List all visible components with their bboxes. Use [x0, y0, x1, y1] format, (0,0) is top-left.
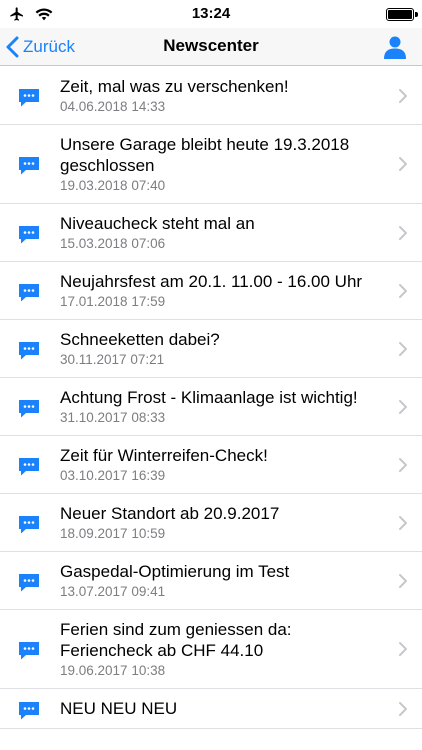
battery-icon: [386, 8, 418, 21]
chevron-right-icon: [399, 225, 407, 240]
news-date: 03.10.2017 16:39: [60, 468, 166, 483]
news-list-item[interactable]: Niveaucheck steht mal an 15.03.2018 07:0…: [0, 204, 422, 262]
news-list-item[interactable]: Zeit für Winterreifen-Check! 03.10.2017 …: [0, 436, 422, 494]
news-list-item[interactable]: NEU NEU NEU: [0, 689, 422, 729]
news-date: 18.09.2017 10:59: [60, 526, 166, 541]
message-bubble-icon: [19, 157, 39, 175]
news-title: Niveaucheck steht mal an: [60, 214, 255, 233]
news-list: Zeit, mal was zu verschenken! 04.06.2018…: [0, 67, 422, 729]
news-date: 17.01.2018 17:59: [60, 294, 166, 309]
chevron-right-icon: [399, 88, 407, 103]
message-bubble-icon: [19, 341, 39, 359]
news-date: 31.10.2017 08:33: [60, 410, 166, 425]
news-title: Zeit für Winterreifen-Check!: [60, 446, 268, 465]
message-bubble-icon: [19, 573, 39, 591]
news-title: Gaspedal-Optimierung im Test: [60, 562, 290, 581]
news-list-item[interactable]: Unsere Garage bleibt heute 19.3.2018 ges…: [0, 125, 422, 204]
news-list-item[interactable]: Zeit, mal was zu verschenken! 04.06.2018…: [0, 67, 422, 125]
chevron-right-icon: [399, 457, 407, 472]
news-date: 19.06.2017 10:38: [60, 663, 166, 678]
navigation-bar: Zurück Newscenter: [0, 28, 422, 66]
chevron-right-icon: [399, 642, 407, 656]
news-title: Schneeketten dabei?: [60, 330, 220, 349]
message-bubble-icon: [19, 701, 39, 719]
profile-button[interactable]: [380, 32, 410, 62]
news-title: Neuer Standort ab 20.9.2017: [60, 504, 280, 523]
message-bubble-icon: [19, 642, 39, 660]
news-list-item[interactable]: Neuer Standort ab 20.9.2017 18.09.2017 1…: [0, 494, 422, 552]
news-title: Unsere Garage bleibt heute 19.3.2018 ges…: [60, 135, 350, 175]
chevron-right-icon: [399, 283, 407, 298]
news-list-item[interactable]: Gaspedal-Optimierung im Test 13.07.2017 …: [0, 552, 422, 610]
news-date: 04.06.2018 14:33: [60, 99, 166, 114]
news-list-item[interactable]: Ferien sind zum geniessen da: Ferienchec…: [0, 610, 422, 689]
chevron-right-icon: [399, 515, 407, 530]
news-title: Neujahrsfest am 20.1. 11.00 - 16.00 Uhr: [60, 272, 363, 291]
news-list-item[interactable]: Schneeketten dabei? 30.11.2017 07:21: [0, 320, 422, 378]
news-date: 19.03.2018 07:40: [60, 178, 166, 193]
message-bubble-icon: [19, 457, 39, 475]
news-title: NEU NEU NEU: [60, 699, 178, 718]
news-list-item[interactable]: Achtung Frost - Klimaanlage ist wichtig!…: [0, 378, 422, 436]
chevron-right-icon: [399, 399, 407, 414]
chevron-right-icon: [399, 341, 407, 356]
chevron-right-icon: [399, 157, 407, 171]
chevron-right-icon: [399, 701, 407, 716]
news-title: Ferien sind zum geniessen da: Ferienchec…: [60, 620, 292, 660]
message-bubble-icon: [19, 88, 39, 106]
status-time: 13:24: [191, 5, 231, 22]
news-list-item[interactable]: Neujahrsfest am 20.1. 11.00 - 16.00 Uhr …: [0, 262, 422, 320]
chevron-right-icon: [399, 573, 407, 588]
message-bubble-icon: [19, 515, 39, 533]
message-bubble-icon: [19, 225, 39, 243]
message-bubble-icon: [19, 283, 39, 301]
status-bar: 13:24: [0, 0, 422, 28]
page-title: Newscenter: [163, 36, 259, 55]
message-bubble-icon: [19, 399, 39, 417]
news-date: 30.11.2017 07:21: [60, 352, 165, 367]
news-title: Zeit, mal was zu verschenken!: [60, 77, 289, 96]
news-title: Achtung Frost - Klimaanlage ist wichtig!: [60, 388, 358, 407]
news-date: 13.07.2017 09:41: [60, 584, 166, 599]
news-date: 15.03.2018 07:06: [60, 236, 166, 251]
profile-icon: [384, 36, 406, 59]
